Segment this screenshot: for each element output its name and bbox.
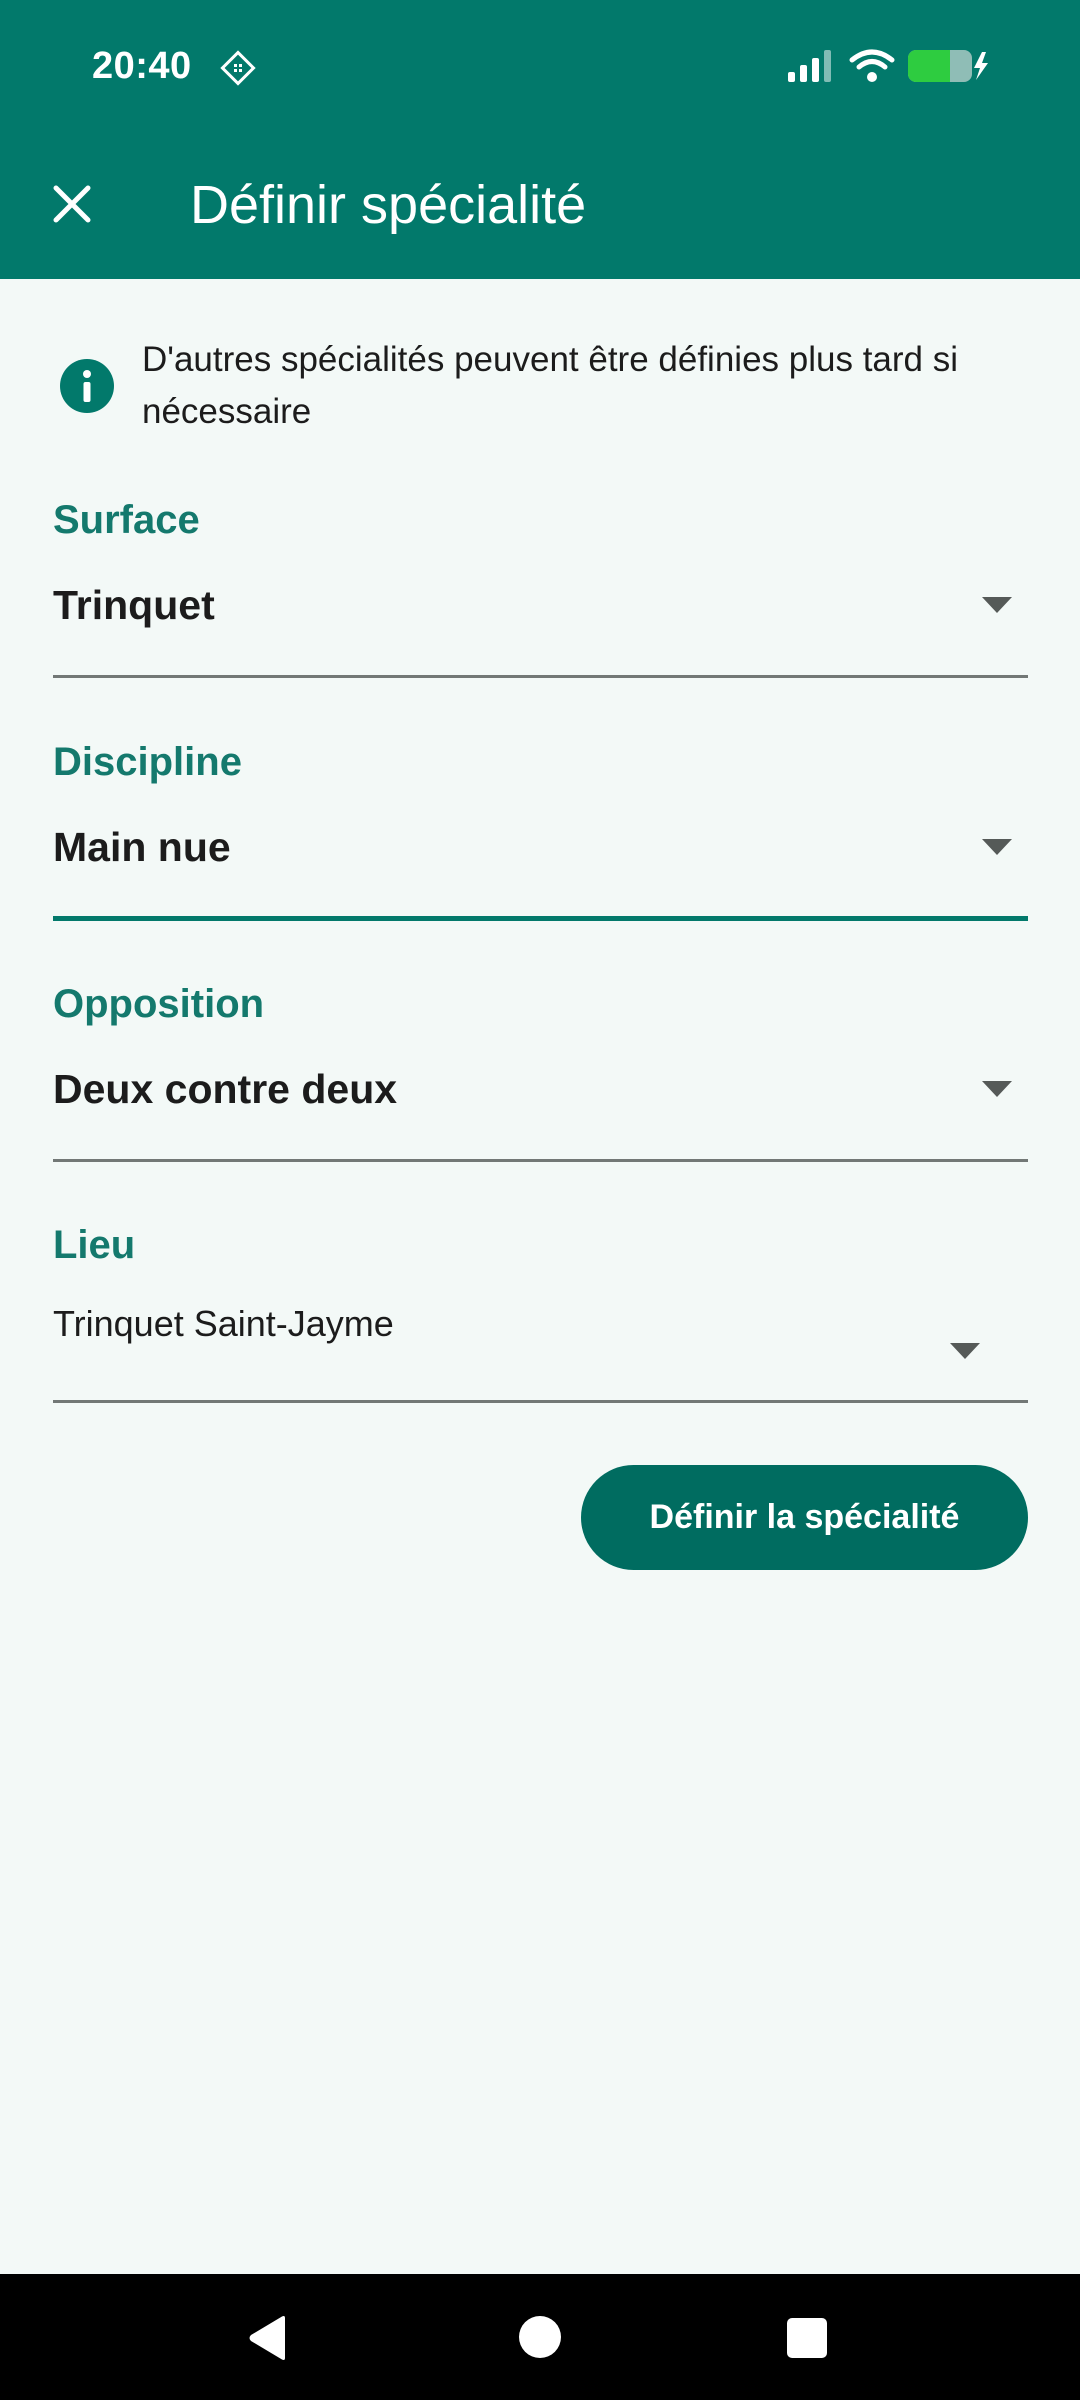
opposition-value: Deux contre deux: [53, 1066, 398, 1112]
navigation-bar: [0, 2274, 1080, 2400]
close-button[interactable]: [36, 168, 108, 240]
dropdown-arrow-icon: [982, 1081, 1012, 1097]
surface-value: Trinquet: [53, 582, 215, 628]
wifi-icon: [849, 49, 895, 82]
opposition-dropdown[interactable]: Opposition Deux contre deux: [53, 976, 1028, 1176]
lieu-label: Lieu: [53, 1223, 136, 1267]
surface-underline: [53, 675, 1028, 678]
discipline-value: Main nue: [53, 824, 231, 870]
status-time: 20:40: [92, 45, 192, 87]
lieu-dropdown[interactable]: Lieu Trinquet Saint-Jayme: [53, 1217, 1028, 1417]
lieu-underline: [53, 1400, 1028, 1403]
recents-icon[interactable]: [786, 2317, 828, 2359]
surface-dropdown[interactable]: Surface Trinquet: [53, 492, 1028, 692]
discipline-label: Discipline: [53, 740, 242, 784]
discipline-underline: [53, 916, 1028, 921]
dropdown-arrow-icon: [982, 839, 1012, 855]
info-message: D'autres spécialités peuvent être défini…: [53, 330, 1028, 440]
app-bar: 20:40 Définir spécialité: [0, 0, 1080, 279]
lieu-value: Trinquet Saint-Jayme: [53, 1303, 394, 1344]
discipline-dropdown[interactable]: Discipline Main nue: [53, 734, 1028, 934]
dropdown-arrow-icon: [982, 597, 1012, 613]
surface-label: Surface: [53, 498, 200, 542]
dropdown-arrow-icon: [950, 1343, 980, 1359]
info-icon: [60, 359, 114, 413]
page-title: Définir spécialité: [190, 175, 587, 235]
back-icon[interactable]: [245, 2314, 293, 2362]
home-icon[interactable]: [518, 2315, 562, 2359]
signal-icon: [788, 50, 831, 82]
battery-charging-icon: [908, 50, 988, 82]
opposition-label: Opposition: [53, 982, 265, 1026]
define-specialty-button[interactable]: Définir la spécialité: [581, 1465, 1028, 1570]
close-icon: [53, 185, 91, 223]
opposition-underline: [53, 1159, 1028, 1162]
dnd-icon: [220, 50, 256, 86]
info-text: D'autres spécialités peuvent être défini…: [142, 340, 959, 431]
